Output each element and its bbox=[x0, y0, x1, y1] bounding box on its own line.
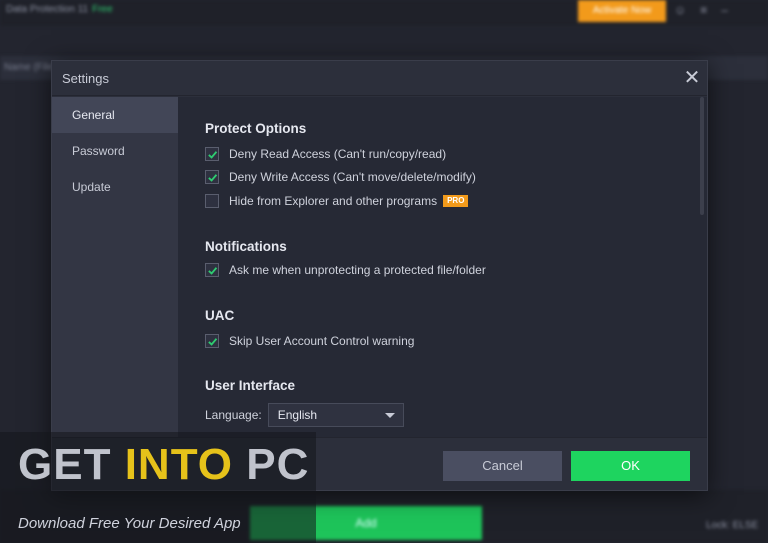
option-label: Deny Read Access (Can't run/copy/read) bbox=[229, 147, 447, 161]
language-label: Language: bbox=[205, 408, 262, 422]
background-status-text: Lock: ELSE bbox=[706, 520, 759, 531]
watermark-tagline: Download Free Your Desired App bbox=[18, 515, 241, 532]
settings-sidebar: General Password Update bbox=[52, 97, 178, 437]
section-title-protect-options: Protect Options bbox=[205, 121, 307, 136]
dialog-titlebar: Settings ✕ bbox=[52, 61, 707, 96]
option-label: Skip User Account Control warning bbox=[229, 334, 415, 348]
option-label: Ask me when unprotecting a protected fil… bbox=[229, 263, 486, 277]
cancel-button[interactable]: Cancel bbox=[443, 451, 562, 481]
background-edition-badge: Free bbox=[92, 4, 113, 15]
checkbox-checked[interactable] bbox=[205, 170, 219, 184]
language-selected-value: English bbox=[277, 408, 318, 422]
section-title-user-interface: User Interface bbox=[205, 378, 296, 393]
option-deny-read[interactable]: Deny Read Access (Can't run/copy/read) bbox=[205, 146, 446, 162]
option-skip-uac[interactable]: Skip User Account Control warning bbox=[205, 333, 414, 349]
dialog-title: Settings bbox=[62, 71, 109, 86]
menu-icon[interactable]: ≡ bbox=[700, 3, 721, 17]
option-ask-unprotect[interactable]: Ask me when unprotecting a protected fil… bbox=[205, 262, 486, 278]
sidebar-item-general[interactable]: General bbox=[52, 97, 178, 133]
option-hide-from-explorer[interactable]: Hide from Explorer and other programs PR… bbox=[205, 193, 469, 209]
minimize-icon[interactable]: – bbox=[721, 3, 742, 17]
checkmark-icon bbox=[207, 150, 217, 159]
background-window-icons: ☺≡– bbox=[674, 3, 742, 17]
sidebar-item-password[interactable]: Password bbox=[52, 133, 178, 169]
checkbox-unchecked[interactable] bbox=[205, 194, 219, 208]
settings-content: Protect Options Deny Read Access (Can't … bbox=[178, 97, 707, 437]
close-icon[interactable]: ✕ bbox=[682, 68, 702, 88]
option-label: Hide from Explorer and other programs bbox=[229, 194, 438, 208]
section-title-uac: UAC bbox=[205, 308, 235, 323]
settings-dialog: Settings ✕ General Password Update Prote… bbox=[51, 60, 708, 491]
account-icon[interactable]: ☺ bbox=[674, 3, 700, 17]
option-deny-write[interactable]: Deny Write Access (Can't move/delete/mod… bbox=[205, 169, 476, 185]
watermark-logo: GET INTO PC bbox=[18, 440, 310, 489]
background-app-title: Data Protection 11 Free bbox=[6, 4, 113, 15]
sidebar-item-update[interactable]: Update bbox=[52, 169, 178, 205]
language-row: Language: English bbox=[205, 403, 404, 427]
ok-button[interactable]: OK bbox=[571, 451, 690, 481]
checkbox-checked[interactable] bbox=[205, 263, 219, 277]
pro-badge: PRO bbox=[443, 195, 469, 207]
language-select[interactable]: English bbox=[267, 403, 404, 427]
option-label: Deny Write Access (Can't move/delete/mod… bbox=[229, 170, 476, 184]
chevron-down-icon bbox=[384, 413, 395, 418]
background-list-header-label: Name (File) bbox=[4, 62, 57, 73]
content-scrollbar[interactable] bbox=[700, 97, 704, 215]
checkmark-icon bbox=[207, 173, 217, 182]
checkbox-checked[interactable] bbox=[205, 334, 219, 348]
checkbox-checked[interactable] bbox=[205, 147, 219, 161]
checkmark-icon bbox=[207, 266, 217, 275]
section-title-notifications: Notifications bbox=[205, 239, 287, 254]
checkmark-icon bbox=[207, 337, 217, 346]
background-upgrade-button[interactable]: Activate Now bbox=[578, 0, 666, 22]
